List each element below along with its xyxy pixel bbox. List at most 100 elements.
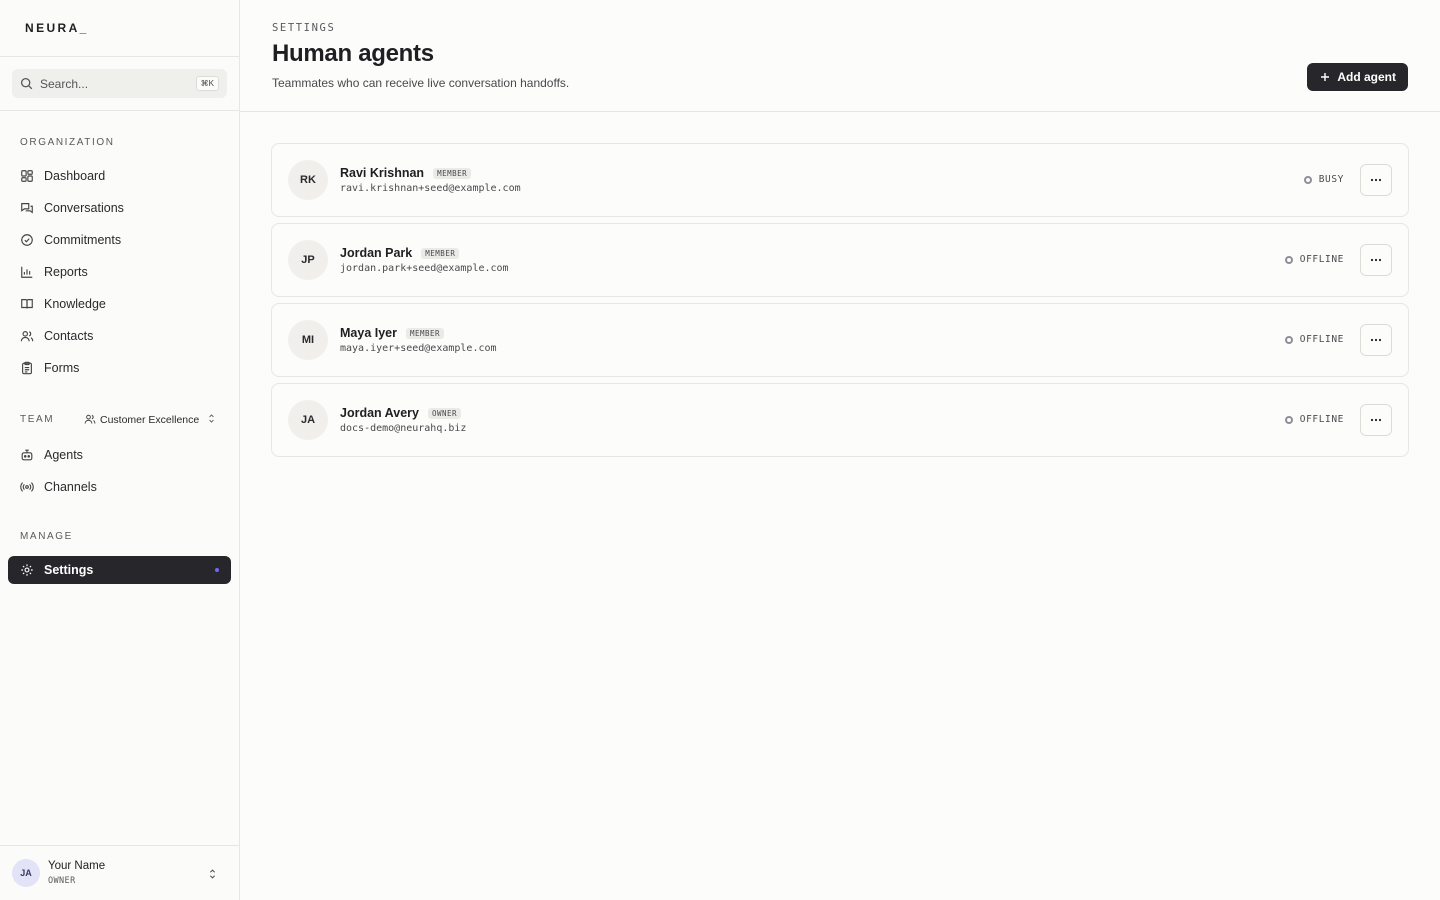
sidebar-item-agents[interactable]: Agents xyxy=(8,441,231,469)
user-text: Your Name OWNER xyxy=(48,860,105,886)
role-badge: OWNER xyxy=(427,407,462,419)
page-title: Human agents xyxy=(272,40,434,67)
list-item: RK Ravi Krishnan MEMBER ravi.krishnan+se… xyxy=(271,143,1409,217)
section-label-team: TEAM xyxy=(20,414,55,425)
grid-icon xyxy=(21,170,33,182)
list-item: JP Jordan Park MEMBER jordan.park+seed@e… xyxy=(271,223,1409,297)
agent-email: docs-demo@neurahq.biz xyxy=(340,423,467,434)
clipboard-icon xyxy=(22,361,32,375)
user-name: Your Name xyxy=(48,860,106,872)
agent-name: Jordan Park xyxy=(340,246,413,260)
role-badge: MEMBER xyxy=(405,327,445,339)
search-icon xyxy=(20,77,33,90)
agent-name-row: Ravi Krishnan MEMBER xyxy=(340,166,472,180)
avatar: JA xyxy=(288,400,328,440)
search-input[interactable] xyxy=(40,76,180,91)
status-badge: BUSY xyxy=(1303,174,1344,185)
section-label-organization: ORGANIZATION xyxy=(20,137,115,148)
status-label: OFFLINE xyxy=(1299,334,1344,345)
plus-icon xyxy=(1321,73,1330,81)
ellipsis-icon xyxy=(1370,178,1382,182)
team-selector-label: Customer Excellence xyxy=(100,414,200,426)
ellipsis-icon xyxy=(1370,338,1382,342)
sidebar-item-contacts[interactable]: Contacts xyxy=(8,322,231,350)
logo-row: NEURA_ xyxy=(0,0,239,57)
page-subtitle: Teammates who can receive live conversat… xyxy=(272,76,570,90)
user-menu[interactable]: JA Your Name OWNER xyxy=(0,845,239,900)
status-ring-icon xyxy=(1284,255,1293,264)
status-badge: OFFLINE xyxy=(1284,334,1344,345)
status-label: BUSY xyxy=(1318,174,1344,185)
agent-email: ravi.krishnan+seed@example.com xyxy=(340,183,521,194)
search-wrap: ⌘K xyxy=(0,57,239,111)
agent-name-row: Jordan Park MEMBER xyxy=(340,246,460,260)
status-ring-icon xyxy=(1303,175,1312,184)
sidebar-item-forms[interactable]: Forms xyxy=(8,354,231,382)
section-label-manage: MANAGE xyxy=(20,531,73,542)
sidebar-item-label: Channels xyxy=(44,480,97,494)
ellipsis-icon xyxy=(1370,418,1382,422)
chevron-up-down-icon xyxy=(209,869,216,879)
sidebar-item-reports[interactable]: Reports xyxy=(8,258,231,286)
status-label: OFFLINE xyxy=(1299,254,1344,265)
avatar: MI xyxy=(288,320,328,360)
sidebar-item-label: Knowledge xyxy=(44,297,106,311)
user-role: OWNER xyxy=(48,876,76,886)
chevron-up-down-icon xyxy=(209,414,215,423)
agent-name: Maya Iyer xyxy=(340,326,397,340)
sidebar-item-label: Forms xyxy=(44,361,80,375)
sidebar-item-label: Conversations xyxy=(44,201,124,215)
status-ring-icon xyxy=(1284,335,1293,344)
agent-email: maya.iyer+seed@example.com xyxy=(340,343,497,354)
users-icon xyxy=(84,414,96,424)
app-logo[interactable]: NEURA_ xyxy=(25,21,89,35)
sidebar: NEURA_ ⌘K ORGANIZATION Dashboard Convers… xyxy=(0,0,240,900)
sidebar-item-conversations[interactable]: Conversations xyxy=(8,194,231,222)
add-agent-label: Add agent xyxy=(1337,70,1396,84)
status-ring-icon xyxy=(1284,415,1293,424)
search-box[interactable]: ⌘K xyxy=(12,69,227,98)
more-actions-button[interactable] xyxy=(1360,244,1392,276)
breadcrumb: SETTINGS xyxy=(272,22,336,34)
sidebar-item-knowledge[interactable]: Knowledge xyxy=(8,290,231,318)
more-actions-button[interactable] xyxy=(1360,324,1392,356)
agent-list: RK Ravi Krishnan MEMBER ravi.krishnan+se… xyxy=(271,143,1409,463)
sidebar-item-label: Commitments xyxy=(44,233,122,247)
add-agent-button[interactable]: Add agent xyxy=(1307,63,1408,91)
active-indicator-dot xyxy=(215,568,219,572)
sidebar-item-label: Settings xyxy=(44,563,94,577)
ellipsis-icon xyxy=(1370,258,1382,262)
avatar: JP xyxy=(288,240,328,280)
sidebar-item-commitments[interactable]: Commitments xyxy=(8,226,231,254)
sidebar-item-settings[interactable]: Settings xyxy=(8,556,231,584)
role-badge: MEMBER xyxy=(421,247,460,259)
more-actions-button[interactable] xyxy=(1360,404,1392,436)
sidebar-item-label: Dashboard xyxy=(44,169,106,183)
role-badge: MEMBER xyxy=(433,167,472,179)
book-icon xyxy=(21,299,33,309)
team-selector[interactable]: Customer Excellence xyxy=(84,410,219,430)
agent-name-row: Maya Iyer MEMBER xyxy=(340,326,445,340)
sidebar-item-label: Agents xyxy=(44,448,83,462)
user-chevron-wrap xyxy=(208,867,217,885)
status-badge: OFFLINE xyxy=(1284,254,1344,265)
avatar: RK xyxy=(288,160,328,200)
main-content: SETTINGS Human agents Teammates who can … xyxy=(240,0,1440,900)
sidebar-item-label: Reports xyxy=(44,265,88,279)
page-header: SETTINGS Human agents Teammates who can … xyxy=(240,0,1440,112)
bar-chart-icon xyxy=(21,266,33,278)
sidebar-item-channels[interactable]: Channels xyxy=(8,473,231,501)
sidebar-item-dashboard[interactable]: Dashboard xyxy=(8,162,231,190)
search-shortcut-badge: ⌘K xyxy=(195,76,219,91)
agent-name: Ravi Krishnan xyxy=(340,166,425,180)
chat-icon xyxy=(21,203,33,214)
team-users-icon-wrap xyxy=(84,413,100,428)
list-item: JA Jordan Avery OWNER docs-demo@neurahq.… xyxy=(271,383,1409,457)
agent-name-row: Jordan Avery OWNER xyxy=(340,406,462,420)
sidebar-item-label: Contacts xyxy=(44,329,94,343)
gear-icon xyxy=(21,564,33,576)
team-chevron-wrap xyxy=(207,413,216,427)
check-circle-icon xyxy=(21,234,33,246)
more-actions-button[interactable] xyxy=(1360,164,1392,196)
status-label: OFFLINE xyxy=(1299,414,1344,425)
